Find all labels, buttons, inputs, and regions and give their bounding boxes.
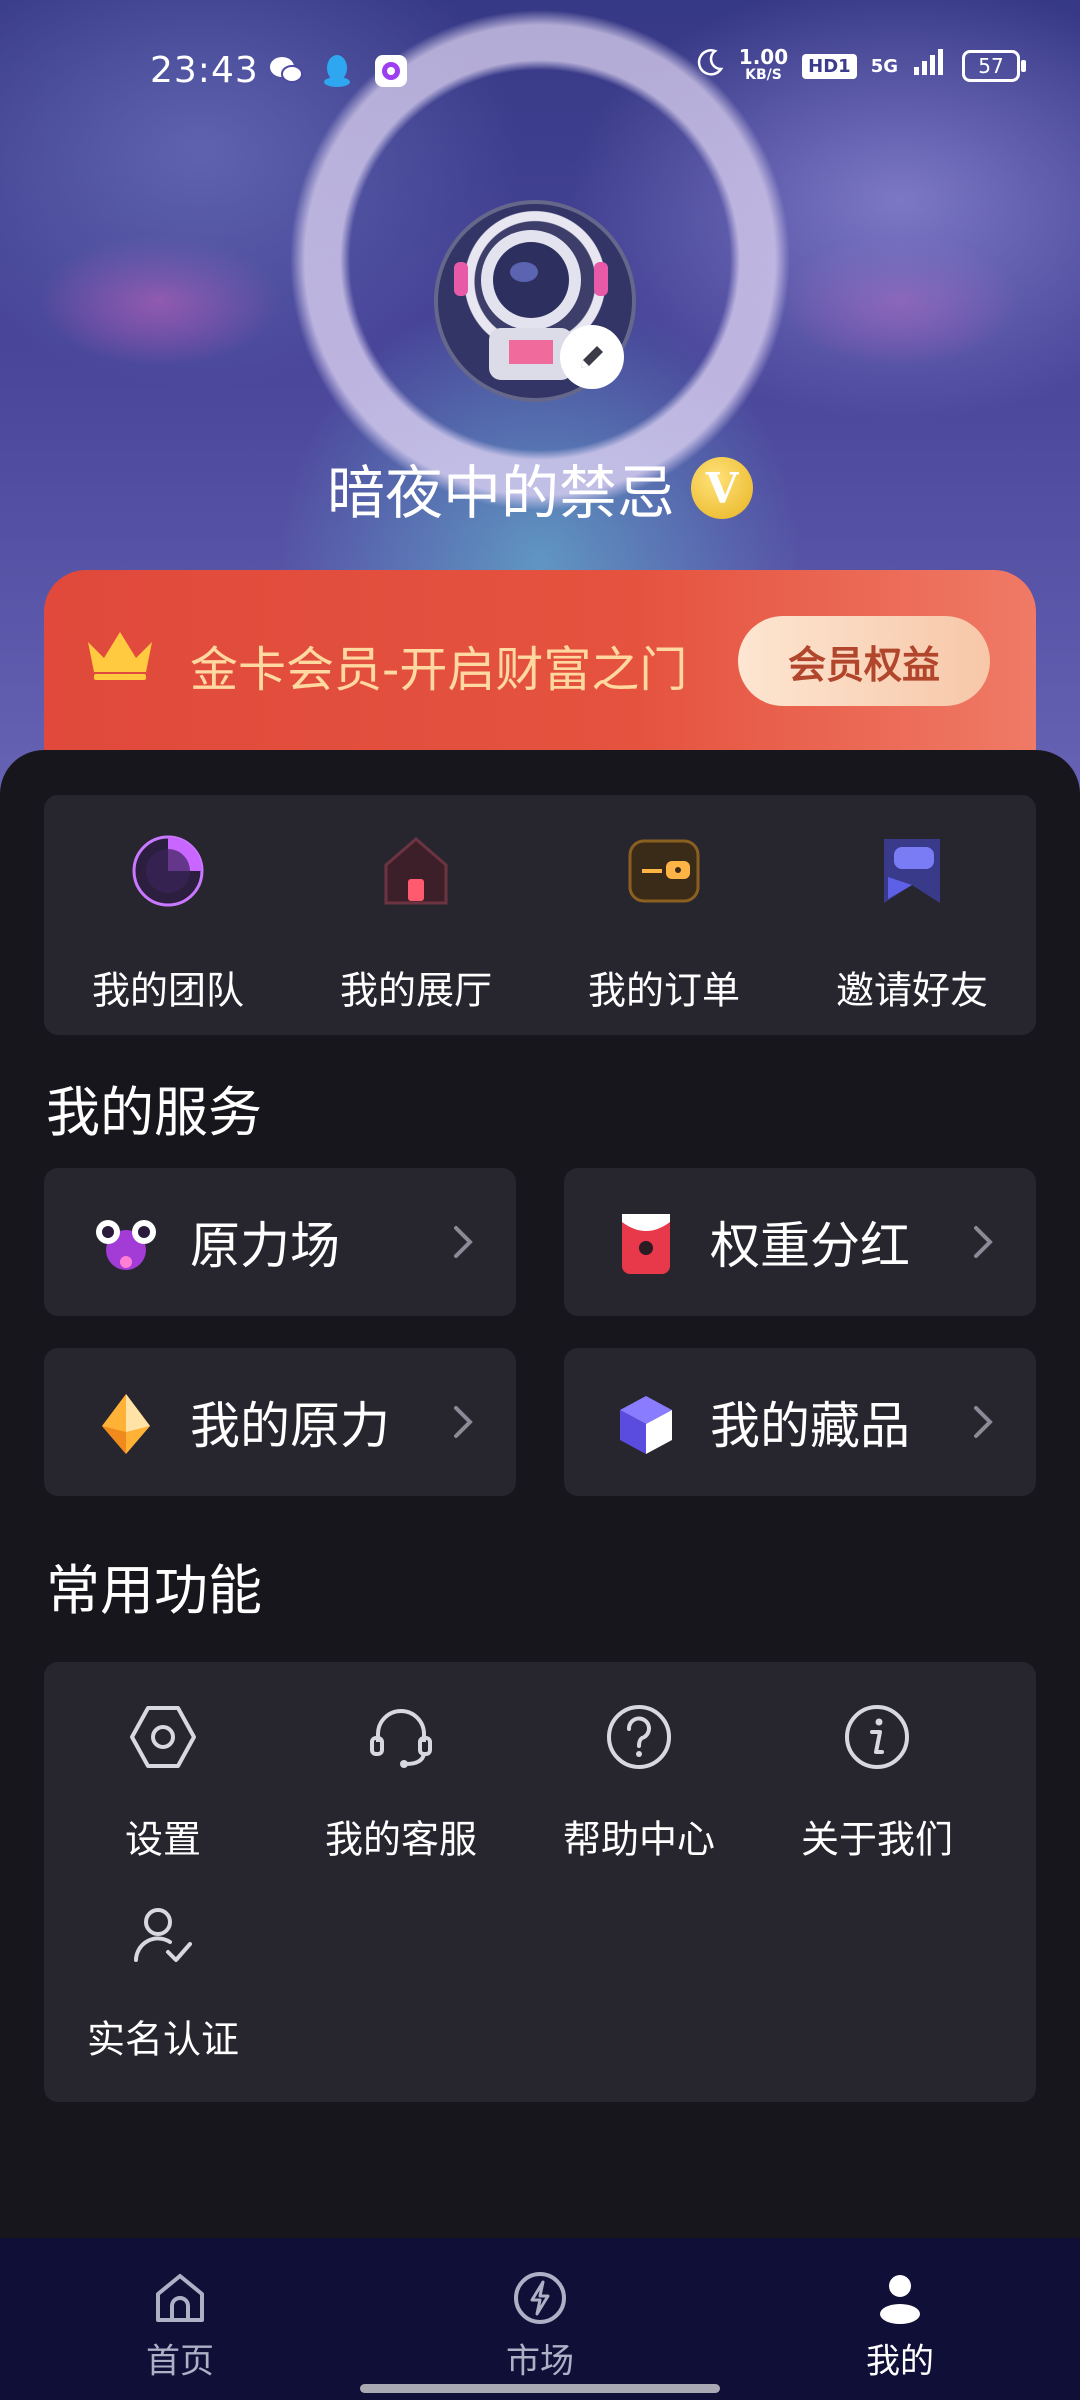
red-envelope-icon [622,1214,670,1274]
service-label: 我的原力 [190,1397,390,1455]
function-label: 设置 [124,1817,201,1862]
quick-item-label: 邀请好友 [835,968,988,1013]
qq-icon [322,54,352,97]
tab-label: 市场 [506,2341,574,2382]
tab-label: 首页 [146,2341,214,2382]
bottom-tab-bar: 首页 市场 我的 [0,2238,1080,2400]
chevron-right-icon [974,1226,993,1258]
user-icon [880,2275,920,2324]
username: 暗夜中的禁忌 [326,459,675,527]
network-speed: 1.00 KB/S [738,45,789,84]
function-label: 帮助中心 [562,1817,715,1862]
chevron-right-icon [974,1406,993,1438]
quick-item-label: 我的展厅 [339,968,492,1013]
moon-icon [695,46,725,86]
common-functions-panel: 设置 我的客服 帮助中心 关于我们 实名认证 [44,1662,1036,2102]
app-icon [374,54,408,97]
quick-actions-panel: 我的团队 我的展厅 我的订单 邀请好友 [44,795,1036,1035]
quick-item-invite-friends[interactable]: 邀请好友 [788,795,1036,1035]
function-settings[interactable]: 设置 [44,1662,282,1862]
vip-banner[interactable]: 金卡会员-开启财富之门 会员权益 [44,570,1036,780]
function-label: 实名认证 [86,2017,239,2062]
username-row: 暗夜中的禁忌 V [0,448,1080,528]
function-customer-service[interactable]: 我的客服 [282,1662,520,1862]
wechat-icon [268,54,304,95]
common-section-title: 常用功能 [46,1559,262,1622]
molecule-icon [96,1220,156,1270]
function-label: 关于我们 [800,1817,953,1862]
vip-banner-title: 金卡会员-开启财富之门 [190,642,688,698]
vip-v-badge: V [691,457,753,519]
speed-value: 1.00 [738,45,789,69]
service-my-collection[interactable]: 我的藏品 [564,1348,1036,1496]
service-label: 我的藏品 [710,1397,910,1455]
function-real-name-auth[interactable]: 实名认证 [44,1862,282,2062]
function-label: 我的客服 [324,1817,477,1862]
member-benefits-button[interactable]: 会员权益 [738,616,990,706]
pie-chart-icon [132,835,204,907]
status-time: 23:43 [150,50,259,91]
function-about-us[interactable]: 关于我们 [758,1662,996,1862]
pencil-icon [581,346,603,368]
signal-icon [912,46,948,86]
home-icon [156,2274,204,2322]
service-my-force[interactable]: 我的原力 [44,1348,516,1496]
chevron-right-icon [454,1226,473,1258]
service-force-field[interactable]: 原力场 [44,1168,516,1316]
hexagon-settings-icon [130,1706,196,1768]
tab-mine[interactable]: 我的 [780,2238,1020,2400]
function-help-center[interactable]: 帮助中心 [520,1662,758,1862]
crown-icon [84,626,156,686]
speed-unit: KB/S [745,67,782,83]
crystal-icon [102,1394,150,1454]
bookmark-chat-icon [884,839,940,903]
tab-home[interactable]: 首页 [60,2238,300,2400]
tab-label: 我的 [866,2341,934,2382]
network-type: 5G [870,55,898,77]
battery-indicator: 57 [962,50,1026,82]
quick-item-my-team[interactable]: 我的团队 [44,795,292,1035]
wallet-icon [628,839,700,903]
edit-avatar-button[interactable] [560,325,624,389]
profile-content: 我的团队 我的展厅 我的订单 邀请好友 我的服务 原力场 权重分红 我的原力 我… [0,750,1080,2240]
services-section-title: 我的服务 [46,1081,262,1144]
quick-item-my-hall[interactable]: 我的展厅 [292,795,540,1035]
headset-icon [370,1709,432,1768]
question-icon [607,1705,671,1769]
house-icon [384,837,448,905]
hd-badge: HD1 [802,53,857,79]
service-weight-dividend[interactable]: 权重分红 [564,1168,1036,1316]
user-check-icon [134,1908,192,1962]
lightning-icon [514,2272,566,2324]
cube-icon [620,1396,672,1454]
quick-item-my-orders[interactable]: 我的订单 [540,795,788,1035]
quick-item-label: 我的订单 [587,968,740,1013]
tab-market[interactable]: 市场 [420,2238,660,2400]
service-label: 原力场 [190,1217,340,1275]
service-label: 权重分红 [710,1217,910,1275]
chevron-right-icon [454,1406,473,1438]
home-indicator[interactable] [360,2384,720,2393]
status-bar: 23:43 1.00 KB/S HD1 5G 57 [0,40,1080,100]
quick-item-label: 我的团队 [91,968,244,1013]
info-icon [845,1705,909,1769]
